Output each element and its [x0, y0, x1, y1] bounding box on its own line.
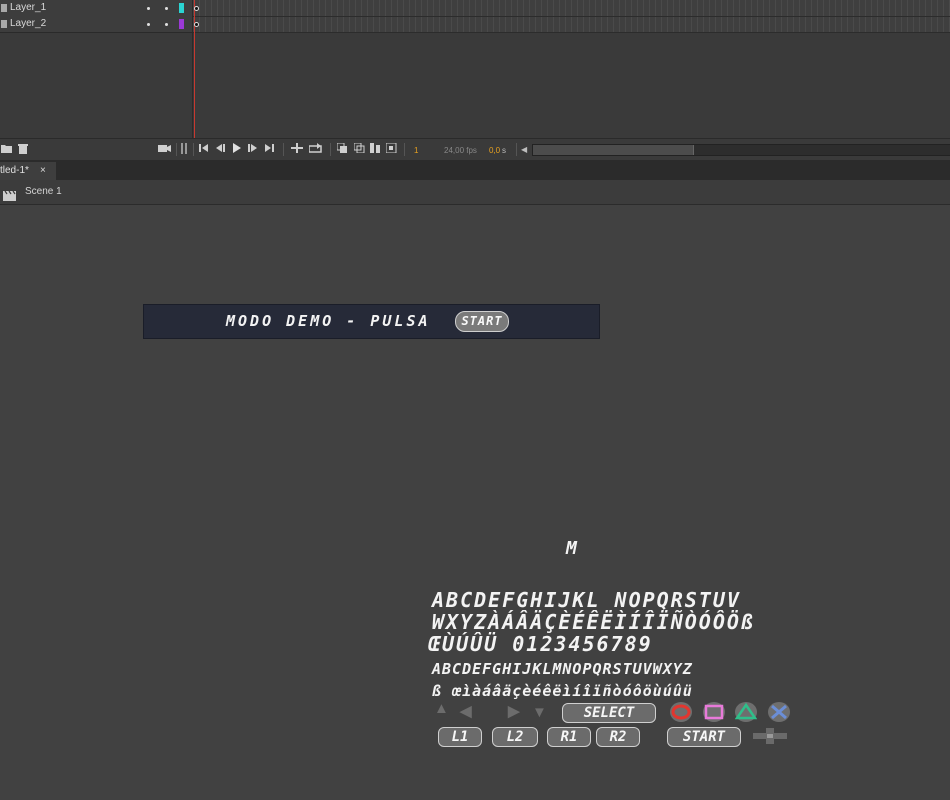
r1-button-sprite: R1 [547, 727, 591, 747]
font-sheet-line: ABCDEFGHIJKLMNOPQRSTUVWXYZ [432, 660, 693, 678]
triangle-button-icon [734, 702, 758, 722]
onion-skin-icon[interactable] [180, 143, 188, 158]
layer-row-2[interactable]: Layer_2 [0, 16, 192, 33]
square-button-icon [703, 702, 725, 722]
banner-text: MODO DEMO - PULSA [226, 312, 431, 330]
layer-icon [1, 4, 7, 12]
demo-banner[interactable]: MODO DEMO - PULSA START [143, 304, 600, 339]
scrollbar-thumb[interactable] [533, 145, 694, 155]
document-tab-bar [0, 160, 950, 180]
first-frame-icon[interactable] [199, 143, 209, 157]
scene-label[interactable]: Scene 1 [25, 180, 62, 204]
document-tab[interactable]: tled-1* × [0, 162, 56, 180]
font-sheet-line: ABCDEFGHIJKL NOPQRSTUV [432, 588, 741, 612]
center-frame-icon[interactable] [291, 143, 303, 157]
stage-glyph[interactable]: M [566, 538, 580, 559]
modify-markers-icon[interactable] [370, 143, 381, 157]
last-frame-icon[interactable] [265, 143, 275, 157]
keyframe[interactable] [194, 22, 199, 27]
banner-start-button[interactable]: START [455, 311, 509, 332]
layer-color-swatch[interactable] [179, 3, 184, 13]
play-icon[interactable] [232, 143, 242, 157]
time-unit: s [502, 146, 506, 155]
r2-button-sprite: R2 [596, 727, 640, 747]
l1-button-sprite: L1 [438, 727, 482, 747]
lock-dot[interactable] [165, 7, 168, 10]
visibility-dot[interactable] [147, 23, 150, 26]
lock-dot[interactable] [165, 23, 168, 26]
scroll-left-icon[interactable]: ◀ [521, 144, 527, 156]
new-folder-icon[interactable] [1, 143, 12, 157]
layer-row-1[interactable]: Layer_1 [0, 0, 192, 17]
visibility-dot[interactable] [147, 7, 150, 10]
stage-canvas[interactable] [0, 205, 950, 800]
trash-icon[interactable] [18, 143, 28, 158]
circle-button-icon [670, 702, 692, 722]
dpad-left-icon: ◀ [460, 703, 472, 720]
current-frame-readout[interactable]: 1 [414, 145, 418, 157]
playhead[interactable] [194, 0, 195, 138]
step-forward-icon[interactable] [248, 143, 258, 157]
dpad-right-icon: ▶ [508, 703, 520, 720]
document-tab-label[interactable]: tled-1* [0, 162, 29, 180]
font-sheet-line: ß œìàáâäçèéêëìíîïñòóôöùúûü [432, 682, 693, 700]
step-back-icon[interactable] [216, 143, 226, 157]
time-readout[interactable]: 0,0 [489, 145, 500, 157]
layer-name[interactable]: Layer_2 [10, 16, 46, 32]
dpad-icon [753, 728, 787, 749]
loop-icon[interactable] [308, 143, 322, 157]
onion-skin-outline-icon[interactable] [336, 142, 348, 157]
l2-button-sprite: L2 [492, 727, 538, 747]
camera-icon[interactable] [158, 143, 171, 157]
timeline-scrollbar[interactable] [532, 144, 950, 156]
font-sheet-line: ŒÙÚÛÜ 0123456789 [428, 632, 653, 656]
layer-color-swatch[interactable] [179, 19, 184, 29]
start-button-sprite: START [667, 727, 741, 747]
edit-multiple-frames-icon[interactable] [353, 142, 365, 157]
frame-grid[interactable] [193, 0, 950, 33]
clapperboard-icon[interactable] [3, 187, 16, 201]
dpad-down-icon: ▼ [532, 704, 547, 721]
select-button-sprite: SELECT [562, 703, 656, 723]
keyframe[interactable] [194, 6, 199, 11]
timeline-panel: Layer_1 Layer_2 [0, 0, 950, 160]
layer-name[interactable]: Layer_1 [10, 0, 46, 16]
layer-icon [1, 20, 7, 28]
fps-readout[interactable]: 24,00 fps [444, 145, 477, 157]
scene-bar: Scene 1 [0, 180, 950, 205]
close-icon[interactable]: × [40, 162, 46, 180]
cross-button-icon [768, 702, 790, 722]
timeline-controls: 1 24,00 fps 0,0 s ◀ [0, 138, 950, 161]
dpad-up-icon: ▲ [434, 700, 449, 717]
font-sheet-line: WXYZÀÁÂÄÇÈÉÊËÌÍÎÏÑÒÓÔÖß [432, 610, 755, 634]
onion-range-icon[interactable] [385, 142, 397, 157]
